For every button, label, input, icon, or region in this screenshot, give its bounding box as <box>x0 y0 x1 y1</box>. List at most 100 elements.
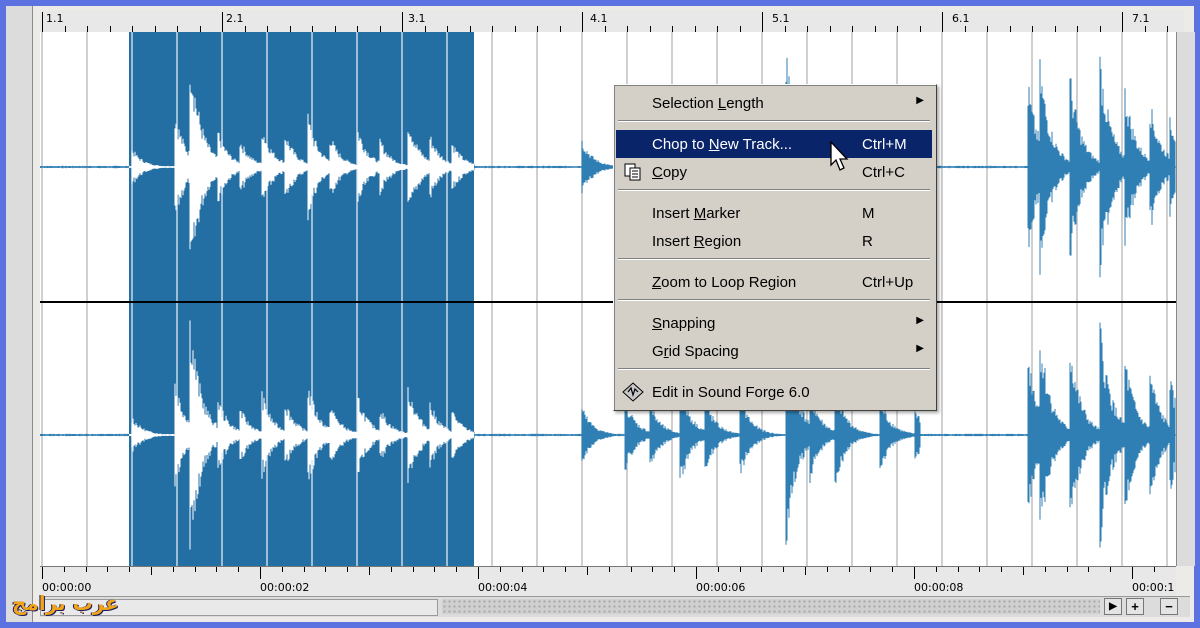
time-label: 00:00:06 <box>696 581 746 594</box>
ruler-tick <box>347 567 349 572</box>
scroll-right-button[interactable]: ▶ <box>1104 598 1122 615</box>
scroll-track[interactable] <box>442 599 1100 614</box>
time-label: 00:00:04 <box>478 581 528 594</box>
ruler-tick <box>216 567 218 572</box>
menu-item-insert-region[interactable]: Insert Region R <box>616 227 932 255</box>
waveform-area[interactable] <box>40 32 1176 566</box>
menu-item-shortcut: R <box>862 233 873 250</box>
ruler-tick <box>499 567 501 572</box>
ruler-tick <box>1066 567 1068 572</box>
ruler-tick <box>914 567 915 579</box>
ruler-tick <box>325 567 327 572</box>
beat-label: 7.1 <box>1132 12 1150 25</box>
copy-icon <box>624 163 641 181</box>
menu-separator <box>618 299 930 301</box>
menu-item-label: Chop to New Track... <box>652 136 793 153</box>
zoom-out-button[interactable]: − <box>1160 598 1178 615</box>
ruler-tick <box>1122 12 1123 32</box>
ruler-tick <box>717 567 719 572</box>
submenu-arrow-icon: ▶ <box>916 343 924 354</box>
ruler-tick <box>696 567 697 579</box>
ruler-tick <box>194 567 196 572</box>
ruler-tick <box>478 567 479 579</box>
ruler-tick <box>222 12 223 32</box>
time-label: 00:00:02 <box>260 581 310 594</box>
menu-item-insert-marker[interactable]: Insert Marker M <box>616 199 932 227</box>
ruler-tick <box>761 567 763 572</box>
menu-separator <box>618 189 930 191</box>
menu-item-grid-spacing[interactable]: Grid Spacing ▶ <box>616 337 932 365</box>
ruler-tick <box>129 567 131 572</box>
menu-item-label: Snapping <box>652 315 716 332</box>
menu-item-shortcut: Ctrl+C <box>862 164 905 181</box>
mouse-cursor-icon <box>830 141 849 171</box>
site-logo: عرب برامج <box>12 591 119 615</box>
time-ruler[interactable]: 00:00:00 00:00:02 00:00:04 00:00:06 00:00:08… <box>40 566 1176 597</box>
ruler-tick <box>1023 567 1024 575</box>
menu-item-copy[interactable]: Copy Ctrl+C <box>616 158 932 186</box>
ruler-tick <box>652 567 654 572</box>
ruler-tick <box>630 567 632 572</box>
beat-label: 6.1 <box>952 12 970 25</box>
ruler-tick <box>1132 567 1133 579</box>
sound-forge-icon <box>622 382 644 402</box>
menu-item-label: Insert Region <box>652 233 742 250</box>
menu-separator <box>618 120 930 122</box>
menu-item-label: Grid Spacing <box>652 343 739 360</box>
ruler-tick <box>674 567 676 572</box>
ruler-tick <box>979 567 981 572</box>
ruler-tick <box>1110 567 1112 572</box>
ruler-tick <box>848 567 850 572</box>
ruler-tick <box>434 567 436 572</box>
ruler-tick <box>582 12 583 32</box>
ruler-tick <box>783 567 785 572</box>
menu-item-label: Selection Length <box>652 95 764 112</box>
ruler-tick <box>942 12 943 32</box>
ruler-tick <box>892 567 894 572</box>
ruler-tick <box>402 12 403 32</box>
ruler-tick <box>521 567 523 572</box>
ruler-tick <box>1088 567 1090 572</box>
app-frame: 1.1 2.1 3.1 4.1 5.1 6.1 7.1 00:00:00 00:00:02 00… <box>6 6 1195 622</box>
context-menu: Selection Length ▶ Chop to New Track... Ctr… <box>613 84 937 411</box>
ruler-tick <box>739 567 741 572</box>
ruler-tick <box>172 567 174 572</box>
ruler-tick <box>107 567 109 572</box>
time-label: 00:00:08 <box>914 581 964 594</box>
waveform-svg[interactable] <box>40 32 1176 566</box>
menu-item-shortcut: Ctrl+M <box>862 136 907 153</box>
ruler-tick <box>957 567 959 572</box>
vertical-scrollbar[interactable] <box>1176 32 1195 566</box>
submenu-arrow-icon: ▶ <box>916 315 924 326</box>
menu-item-label: Zoom to Loop Region <box>652 274 797 291</box>
beat-label: 1.1 <box>46 12 64 25</box>
beat-label: 4.1 <box>590 12 608 25</box>
ruler-tick <box>608 567 610 572</box>
time-label: 00:00:1 <box>1132 581 1175 594</box>
menu-item-chop-to-new-track[interactable]: Chop to New Track... Ctrl+M <box>616 130 932 158</box>
beat-ruler[interactable]: 1.1 2.1 3.1 4.1 5.1 6.1 7.1 <box>40 10 1184 33</box>
ruler-tick <box>303 567 305 572</box>
ruler-tick <box>587 567 588 575</box>
ruler-tick <box>870 567 872 572</box>
menu-item-shortcut: Ctrl+Up <box>862 274 914 291</box>
ruler-tick <box>1153 567 1155 572</box>
menu-item-zoom-to-loop-region[interactable]: Zoom to Loop Region Ctrl+Up <box>616 268 932 296</box>
ruler-tick <box>805 567 806 575</box>
ruler-tick <box>281 567 283 572</box>
ruler-tick <box>762 12 763 32</box>
ruler-tick <box>390 567 392 572</box>
menu-item-edit-in-sound-forge[interactable]: Edit in Sound Forge 6.0 <box>616 378 932 406</box>
ruler-tick <box>42 12 43 32</box>
beat-label: 5.1 <box>772 12 790 25</box>
menu-item-snapping[interactable]: Snapping ▶ <box>616 309 932 337</box>
menu-item-selection-length[interactable]: Selection Length ▶ <box>616 89 932 117</box>
selection-region[interactable] <box>129 32 474 566</box>
ruler-tick <box>369 567 370 575</box>
horizontal-scrollbar[interactable]: ▶ + − <box>40 596 1190 617</box>
zoom-in-button[interactable]: + <box>1126 598 1144 615</box>
submenu-arrow-icon: ▶ <box>916 95 924 106</box>
menu-item-label: Insert Marker <box>652 205 741 222</box>
ruler-tick <box>412 567 414 572</box>
ruler-tick <box>42 567 43 579</box>
